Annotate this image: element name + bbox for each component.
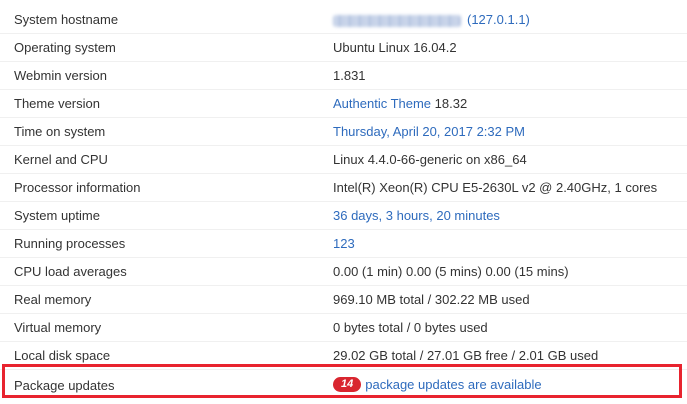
hostname-ip-link[interactable]: (127.0.1.1)	[467, 12, 530, 27]
row-real-memory: Real memory 969.10 MB total / 302.22 MB …	[0, 286, 687, 314]
label-system-uptime: System uptime	[14, 208, 100, 223]
value-cpu-load-averages: 0.00 (1 min) 0.00 (5 mins) 0.00 (15 mins…	[333, 264, 569, 279]
redacted-hostname	[333, 14, 461, 27]
label-theme-version: Theme version	[14, 96, 100, 111]
system-uptime-link[interactable]: 36 days, 3 hours, 20 minutes	[333, 208, 500, 223]
package-updates-count-badge[interactable]: 14	[333, 377, 362, 393]
authentic-theme-link[interactable]: Authentic Theme	[333, 96, 431, 111]
label-local-disk-space: Local disk space	[14, 348, 111, 363]
value-running-processes: 123	[333, 236, 687, 251]
row-theme-version: Theme version Authentic Theme 18.32	[0, 90, 687, 118]
label-virtual-memory: Virtual memory	[14, 320, 102, 335]
value-operating-system: Ubuntu Linux 16.04.2	[333, 40, 457, 55]
label-webmin-version: Webmin version	[14, 68, 107, 83]
value-processor-information: Intel(R) Xeon(R) CPU E5-2630L v2 @ 2.40G…	[333, 180, 658, 195]
row-system-uptime: System uptime 36 days, 3 hours, 20 minut…	[0, 202, 687, 230]
label-kernel-and-cpu: Kernel and CPU	[14, 152, 108, 167]
value-time-on-system: Thursday, April 20, 2017 2:32 PM	[333, 124, 687, 139]
value-local-disk-space: 29.02 GB total / 27.01 GB free / 2.01 GB…	[333, 348, 599, 363]
row-time-on-system: Time on system Thursday, April 20, 2017 …	[0, 118, 687, 146]
label-cpu-load-averages: CPU load averages	[14, 264, 127, 279]
value-webmin-version: 1.831	[333, 68, 366, 83]
value-kernel-and-cpu: Linux 4.4.0-66-generic on x86_64	[333, 152, 527, 167]
row-processor-information: Processor information Intel(R) Xeon(R) C…	[0, 174, 687, 202]
row-kernel-and-cpu: Kernel and CPU Linux 4.4.0-66-generic on…	[0, 146, 687, 174]
label-system-hostname: System hostname	[14, 12, 119, 27]
value-package-updates: 14 package updates are available	[333, 377, 687, 393]
time-on-system-link[interactable]: Thursday, April 20, 2017 2:32 PM	[333, 124, 525, 139]
value-real-memory: 969.10 MB total / 302.22 MB used	[333, 292, 530, 307]
theme-version-number: 18.32	[431, 96, 468, 111]
row-cpu-load-averages: CPU load averages 0.00 (1 min) 0.00 (5 m…	[0, 258, 687, 286]
label-running-processes: Running processes	[14, 236, 126, 251]
value-virtual-memory: 0 bytes total / 0 bytes used	[333, 320, 488, 335]
label-operating-system: Operating system	[14, 40, 116, 55]
row-local-disk-space: Local disk space 29.02 GB total / 27.01 …	[0, 342, 687, 370]
value-system-uptime: 36 days, 3 hours, 20 minutes	[333, 208, 687, 223]
row-system-hostname: System hostname (127.0.1.1)	[0, 6, 687, 34]
label-package-updates: Package updates	[14, 377, 115, 393]
row-package-updates: Package updates 14 package updates are av…	[0, 370, 687, 400]
label-processor-information: Processor information	[14, 180, 141, 195]
running-processes-link[interactable]: 123	[333, 236, 355, 251]
row-virtual-memory: Virtual memory 0 bytes total / 0 bytes u…	[0, 314, 687, 342]
system-info-table: System hostname (127.0.1.1) Operating sy…	[0, 6, 687, 400]
value-theme-version: Authentic Theme 18.32	[333, 96, 687, 111]
value-system-hostname: (127.0.1.1)	[333, 12, 687, 27]
row-running-processes: Running processes 123	[0, 230, 687, 258]
label-real-memory: Real memory	[14, 292, 92, 307]
label-time-on-system: Time on system	[14, 124, 106, 139]
row-operating-system: Operating system Ubuntu Linux 16.04.2	[0, 34, 687, 62]
row-webmin-version: Webmin version 1.831	[0, 62, 687, 90]
package-updates-link[interactable]: package updates are available	[365, 377, 541, 392]
